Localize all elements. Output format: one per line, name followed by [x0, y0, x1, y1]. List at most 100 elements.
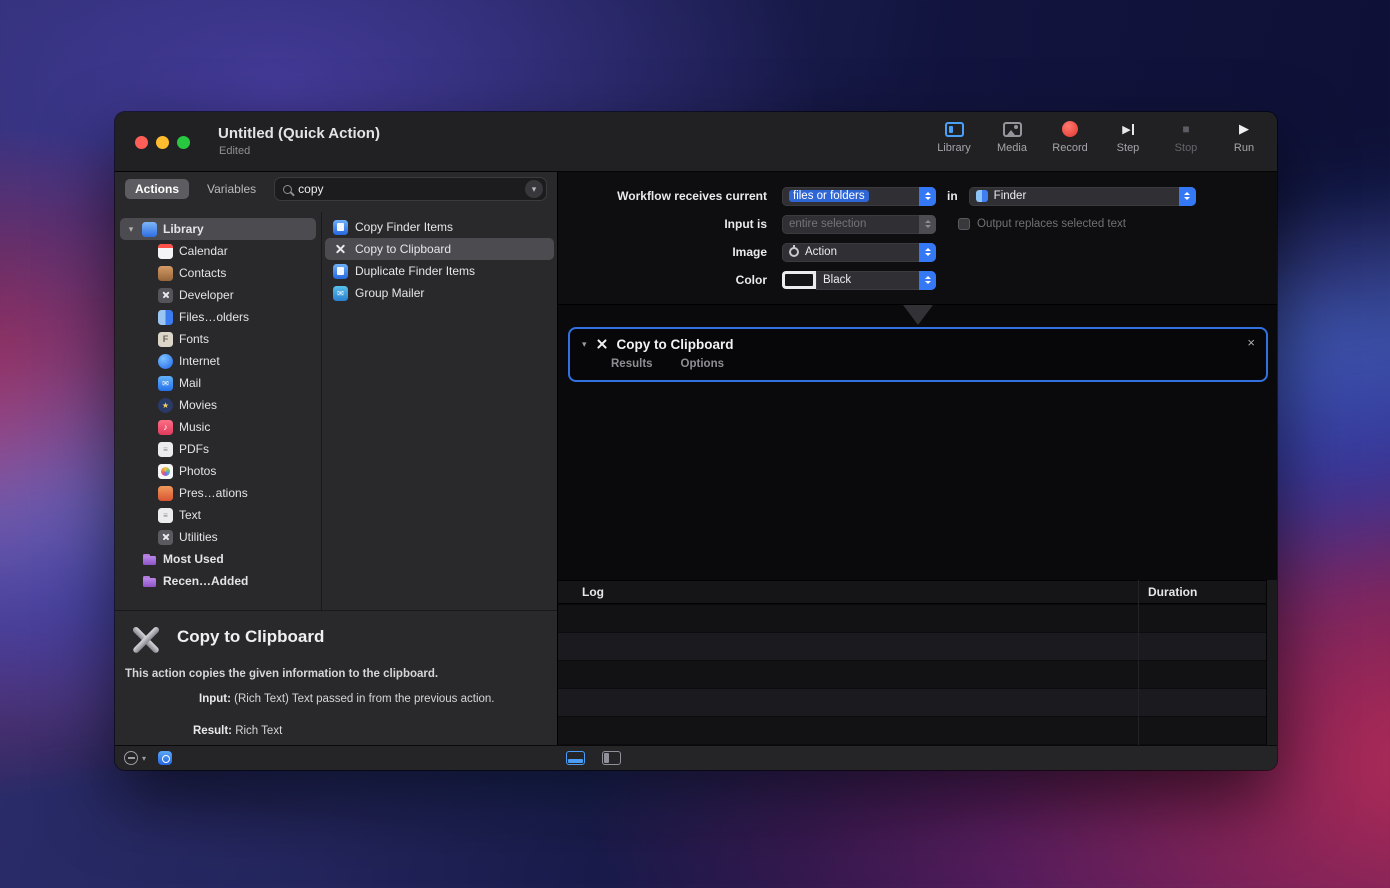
remove-item-button[interactable]: [124, 751, 138, 765]
toolbar-step-button[interactable]: ▶ Step: [1109, 120, 1147, 154]
window-title: Untitled (Quick Action): [218, 125, 380, 142]
input-is-dropdown: entire selection: [782, 215, 936, 234]
sidebar-item-fonts[interactable]: F Fonts: [120, 328, 316, 350]
sidebar-item-developer[interactable]: Developer: [120, 284, 316, 306]
toolbar-record-button[interactable]: Record: [1051, 120, 1089, 154]
popup-stepper-icon: [919, 215, 936, 234]
input-text: (Rich Text) Text passed in from the prev…: [234, 693, 494, 705]
in-label: in: [947, 189, 958, 203]
library-group-icon: [142, 222, 157, 237]
minimize-window-button[interactable]: [156, 136, 169, 149]
copy-to-clipboard-large-icon: [129, 625, 163, 655]
results-tab[interactable]: Results: [611, 358, 653, 370]
sidebar-item-mail[interactable]: ✉ Mail: [120, 372, 316, 394]
duplicate-finder-items-icon: [333, 264, 348, 279]
library-sidebar: ▾ Library Calendar Contacts Developer Fi…: [115, 212, 321, 610]
toggle-log-panel-button[interactable]: [566, 751, 585, 765]
description-result: Result: Rich Text: [193, 725, 282, 737]
log-column-header: Log: [558, 585, 604, 599]
action-block-copy-to-clipboard[interactable]: ▾ Copy to Clipboard × Results Options: [568, 327, 1268, 382]
toolbar-stop-label: Stop: [1175, 142, 1198, 154]
sidebar-item-music[interactable]: ♪ Music: [120, 416, 316, 438]
sidebar-item-text[interactable]: ≡ Text: [120, 504, 316, 526]
image-dropdown[interactable]: Action: [782, 243, 936, 262]
toolbar-library-label: Library: [937, 142, 971, 154]
toolbar: Library Media Record ▶ Step ■ Stop ▶ Run: [935, 120, 1263, 154]
sidebar-item-label: Utilities: [179, 530, 218, 544]
action-block-title: Copy to Clipboard: [617, 337, 734, 352]
search-field[interactable]: ▾: [274, 177, 547, 201]
toolbar-media-button[interactable]: Media: [993, 120, 1031, 154]
bottom-left-controls: ▾: [115, 751, 172, 765]
action-item-copy-to-clipboard[interactable]: Copy to Clipboard: [325, 238, 554, 260]
receives-dropdown[interactable]: files or folders: [782, 187, 936, 206]
options-tab[interactable]: Options: [681, 358, 724, 370]
toolbar-library-button[interactable]: Library: [935, 120, 973, 154]
actions-list: Copy Finder Items Copy to Clipboard Dupl…: [321, 212, 557, 610]
developer-icon: [158, 288, 173, 303]
toolbar-run-button[interactable]: ▶ Run: [1225, 120, 1263, 154]
log-scrollbar[interactable]: [1266, 580, 1277, 745]
step-play-glyph: ▶: [1122, 123, 1130, 136]
tab-actions[interactable]: Actions: [125, 179, 189, 199]
sidebar-item-contacts[interactable]: Contacts: [120, 262, 316, 284]
action-item-group-mailer[interactable]: ✉ Group Mailer: [325, 282, 554, 304]
action-item-label: Copy Finder Items: [355, 220, 453, 234]
step-bar-glyph: [1132, 124, 1134, 135]
run-icon: ▶: [1239, 121, 1249, 137]
text-document-icon: ≡: [158, 508, 173, 523]
sidebar-item-label: PDFs: [179, 442, 209, 456]
remove-action-button[interactable]: ×: [1247, 336, 1255, 349]
tab-variables[interactable]: Variables: [197, 179, 266, 199]
color-control: Black: [782, 271, 936, 290]
sidebar-item-files-folders[interactable]: Files…olders: [120, 306, 316, 328]
sidebar-item-internet[interactable]: Internet: [120, 350, 316, 372]
color-dropdown[interactable]: Black: [816, 271, 936, 290]
output-replaces-checkbox: Output replaces selected text: [958, 218, 1126, 230]
popup-stepper-icon: [919, 271, 936, 290]
log-row: [558, 633, 1266, 661]
log-row: [558, 717, 1266, 745]
chevron-down-icon[interactable]: ▾: [142, 754, 146, 763]
application-dropdown[interactable]: Finder: [969, 187, 1196, 206]
sidebar-item-calendar[interactable]: Calendar: [120, 240, 316, 262]
sidebar-item-label: Calendar: [179, 244, 228, 258]
sidebar-item-recently-added[interactable]: Recen…Added: [120, 570, 316, 592]
fonts-icon: F: [158, 332, 173, 347]
sidebar-item-library[interactable]: ▾ Library: [120, 218, 316, 240]
window-state-edited: Edited: [219, 145, 250, 157]
collapse-chevron-icon[interactable]: ▾: [582, 339, 587, 350]
sidebar-item-label: Text: [179, 508, 201, 522]
config-row-input: Input is entire selection Output replace…: [558, 214, 1277, 234]
sidebar-item-photos[interactable]: Photos: [120, 460, 316, 482]
workflow-connector-icon: [901, 305, 935, 325]
description-input: Input: (Rich Text) Text passed in from t…: [199, 692, 509, 707]
group-mailer-icon: ✉: [333, 286, 348, 301]
zoom-window-button[interactable]: [177, 136, 190, 149]
image-value: Action: [805, 246, 837, 258]
action-item-copy-finder-items[interactable]: Copy Finder Items: [325, 216, 554, 238]
toggle-layout-panel-button[interactable]: [602, 751, 621, 765]
automator-window: Untitled (Quick Action) Edited Library M…: [115, 112, 1277, 770]
sidebar-item-label: Recen…Added: [163, 574, 248, 588]
sidebar-item-presentations[interactable]: Pres…ations: [120, 482, 316, 504]
log-column-divider: [1138, 580, 1139, 745]
color-well[interactable]: [782, 271, 816, 289]
step-icon: ▶: [1122, 123, 1133, 136]
close-window-button[interactable]: [135, 136, 148, 149]
media-shortcut-icon[interactable]: [158, 751, 172, 765]
sidebar-item-utilities[interactable]: Utilities: [120, 526, 316, 548]
sidebar-item-pdfs[interactable]: ≡ PDFs: [120, 438, 316, 460]
sidebar-item-label: Developer: [179, 288, 234, 302]
disclosure-chevron-icon[interactable]: ▾: [126, 224, 136, 235]
receives-label: Workflow receives current: [558, 189, 782, 203]
sidebar-item-movies[interactable]: ★ Movies: [120, 394, 316, 416]
action-item-duplicate-finder-items[interactable]: Duplicate Finder Items: [325, 260, 554, 282]
toolbar-stop-button: ■ Stop: [1167, 120, 1205, 154]
photos-flower-icon: [158, 464, 173, 479]
search-input[interactable]: [298, 182, 519, 196]
action-item-label: Duplicate Finder Items: [355, 264, 475, 278]
search-scope-button[interactable]: ▾: [525, 180, 543, 198]
traffic-lights: [135, 136, 190, 149]
sidebar-item-most-used[interactable]: Most Used: [120, 548, 316, 570]
